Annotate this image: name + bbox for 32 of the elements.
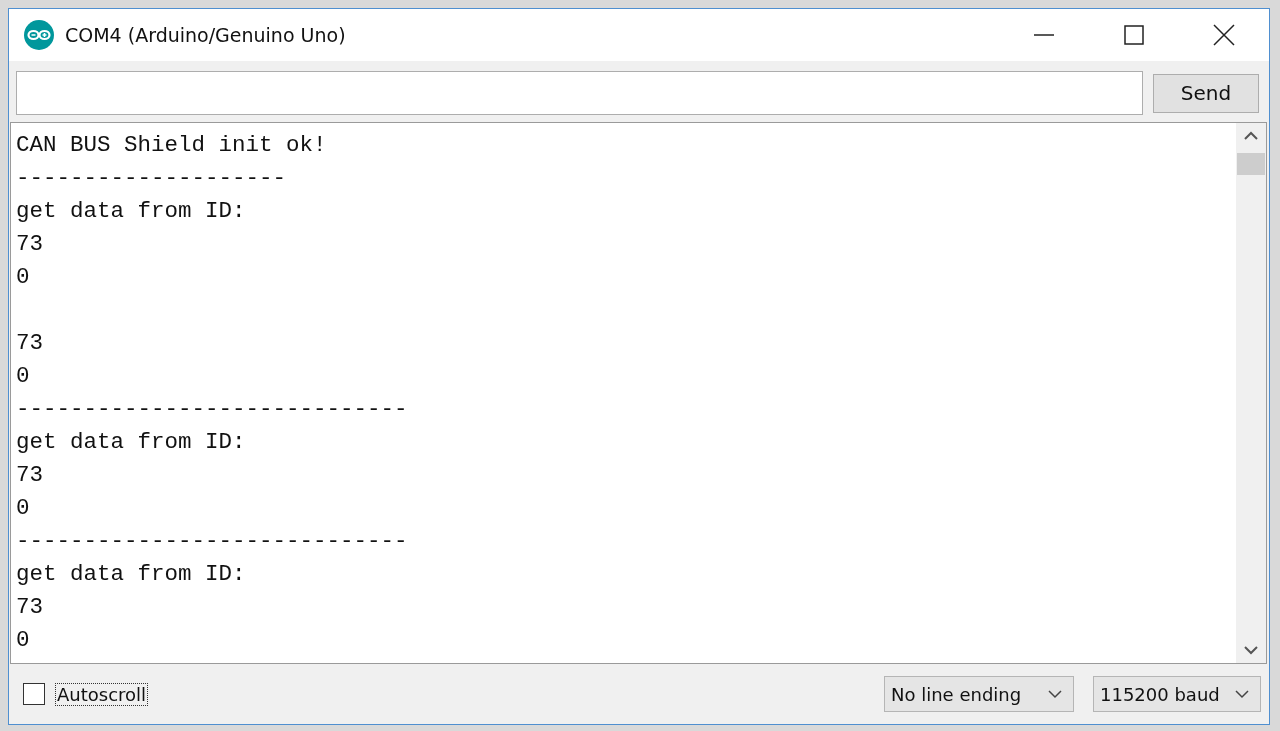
close-icon — [1213, 24, 1235, 46]
output-line: 0 — [16, 495, 30, 521]
scroll-up-icon[interactable] — [1243, 131, 1259, 141]
scrollbar[interactable] — [1236, 123, 1266, 663]
baud-rate-dropdown[interactable]: 115200 baud — [1093, 676, 1261, 712]
minimize-icon — [1033, 34, 1055, 36]
autoscroll-checkbox[interactable] — [23, 683, 45, 705]
output-line: 0 — [16, 627, 30, 653]
output-line: ----------------------------- — [16, 528, 408, 554]
output-line: CAN BUS Shield init ok! — [16, 132, 327, 158]
output-line: 73 — [16, 330, 43, 356]
output-line: get data from ID: — [16, 561, 246, 587]
scrollbar-thumb[interactable] — [1237, 153, 1265, 175]
output-line: 0 — [16, 264, 30, 290]
output-line: get data from ID: — [16, 429, 246, 455]
output-line: -------------------- — [16, 165, 287, 191]
output-line: 0 — [16, 363, 30, 389]
scroll-down-icon[interactable] — [1243, 645, 1259, 655]
output-line: 73 — [16, 594, 43, 620]
message-input-field[interactable] — [16, 71, 1143, 115]
autoscroll-label[interactable]: Autoscroll — [55, 682, 149, 706]
output-line: 73 — [16, 231, 43, 257]
line-ending-dropdown[interactable]: No line ending — [884, 676, 1074, 712]
maximize-icon — [1123, 24, 1145, 46]
window-title: COM4 (Arduino/Genuino Uno) — [65, 24, 346, 46]
app-logo-icon — [23, 19, 55, 51]
output-line: 73 — [16, 462, 43, 488]
chevron-down-icon — [1234, 689, 1250, 699]
chevron-down-icon — [1047, 689, 1063, 699]
output-line: ----------------------------- — [16, 396, 408, 422]
send-button[interactable]: Send — [1153, 73, 1259, 113]
output-line: get data from ID: — [16, 198, 246, 224]
